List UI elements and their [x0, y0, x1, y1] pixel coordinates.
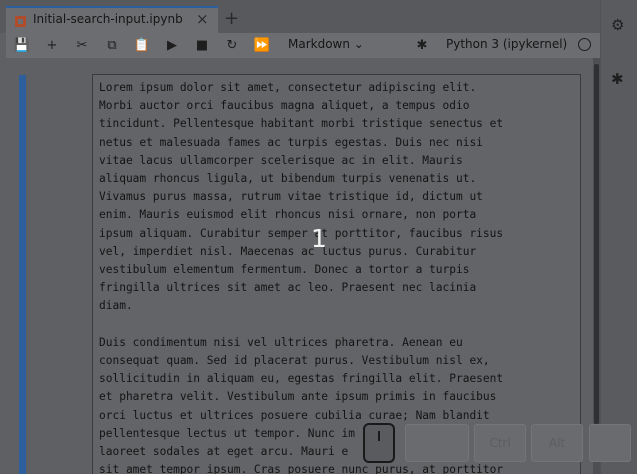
cell-type-dropdown[interactable]: Markdown ⌄: [288, 37, 364, 51]
property-inspector-icon[interactable]: ⚙: [611, 16, 624, 34]
add-cell-icon[interactable]: +: [42, 37, 62, 54]
run-icon[interactable]: ▶: [162, 37, 182, 54]
text-line: Vivamus purus massa, rutrum vitae tristi…: [99, 190, 483, 204]
notebook-panel: Lorem ipsum dolor sit amet, consectetur …: [6, 58, 600, 474]
text-line: Lorem ipsum dolor sit amet, consectetur …: [99, 81, 477, 94]
text-line: netus et malesuada fames ac turpis egest…: [99, 135, 483, 149]
cell-paragraph-1: Lorem ipsum dolor sit amet, consectetur …: [93, 75, 580, 316]
run-all-icon[interactable]: ⏩: [252, 37, 272, 54]
overlay-step-number: 1: [311, 224, 327, 253]
mouse-icon: [363, 423, 395, 463]
text-line: enim. Mauris euismod elit rhoncus nisi o…: [99, 208, 477, 222]
right-sidebar: ⚙ ✱: [600, 0, 637, 474]
kernel-name[interactable]: Python 3 (ipykernel): [446, 37, 567, 51]
notebook-scrollbar[interactable]: [593, 58, 600, 474]
scrollbar-thumb[interactable]: [594, 64, 599, 424]
cut-icon[interactable]: ✂: [72, 37, 92, 54]
notebook-icon: [15, 16, 26, 27]
markdown-cell-editor[interactable]: Lorem ipsum dolor sit amet, consectetur …: [92, 74, 581, 474]
new-tab-button[interactable]: +: [218, 6, 245, 33]
copy-icon[interactable]: ⧉: [102, 37, 122, 54]
key-indicator-ctrl: Ctrl: [474, 424, 526, 462]
text-line: sit amet tempor ipsum. Cras posuere nunc…: [99, 463, 504, 474]
text-line: orci luctus et ultrices posuere cubilia …: [99, 408, 490, 422]
stop-icon[interactable]: ■: [192, 37, 212, 54]
text-line: fringilla ultrices sit amet ac leo. Prae…: [99, 281, 477, 295]
text-line: vestibulum elementum fermentum. Donec a …: [99, 263, 470, 277]
notebook-toolbar: 💾 + ✂ ⧉ 📋 ▶ ■ ↻ ⏩ Markdown ⌄ ✱ Python 3 …: [6, 33, 600, 59]
text-line: ipsum aliquam. Curabitur semper at portt…: [99, 226, 504, 240]
notebook-tab[interactable]: Initial-search-input.ipynb ×: [6, 6, 218, 33]
key-indicator-blank: [405, 424, 469, 462]
text-line: diam.: [99, 299, 133, 313]
tab-bar: Initial-search-input.ipynb × +: [0, 0, 600, 33]
debugger-sidebar-icon[interactable]: ✱: [611, 70, 624, 88]
text-line: Morbi auctor orci faucibus magna aliquet…: [99, 99, 470, 113]
restart-icon[interactable]: ↻: [222, 37, 242, 54]
cell-collapser[interactable]: [19, 75, 26, 474]
debugger-icon[interactable]: ✱: [412, 37, 432, 54]
text-line: vitae lacus ullamcorper scelerisque ac i…: [99, 153, 463, 167]
text-line: sollicitudin in aliquam eu, egestas frin…: [99, 372, 504, 386]
key-indicator-alt: Alt: [531, 424, 583, 462]
text-line: vel, imperdiet nisl. Maecenas ac luctus …: [99, 244, 477, 258]
text-line: tincidunt. Pellentesque habitant morbi t…: [99, 117, 504, 131]
kernel-status-icon: [578, 38, 591, 51]
text-line: Duis condimentum nisi vel ultrices phare…: [99, 335, 463, 349]
paste-icon[interactable]: 📋: [132, 37, 152, 54]
key-indicator-blank-2: [589, 424, 631, 462]
save-icon[interactable]: 💾: [12, 37, 32, 54]
tab-title: Initial-search-input.ipynb: [33, 12, 183, 26]
text-line: consequat quam. Sed id placerat purus. V…: [99, 354, 490, 368]
text-line: et pharetra velit. Vestibulum ante ipsum…: [99, 390, 497, 404]
text-line: aliquam rhoncus ligula, ut bibendum turp…: [99, 172, 477, 186]
close-icon[interactable]: ×: [196, 10, 209, 28]
